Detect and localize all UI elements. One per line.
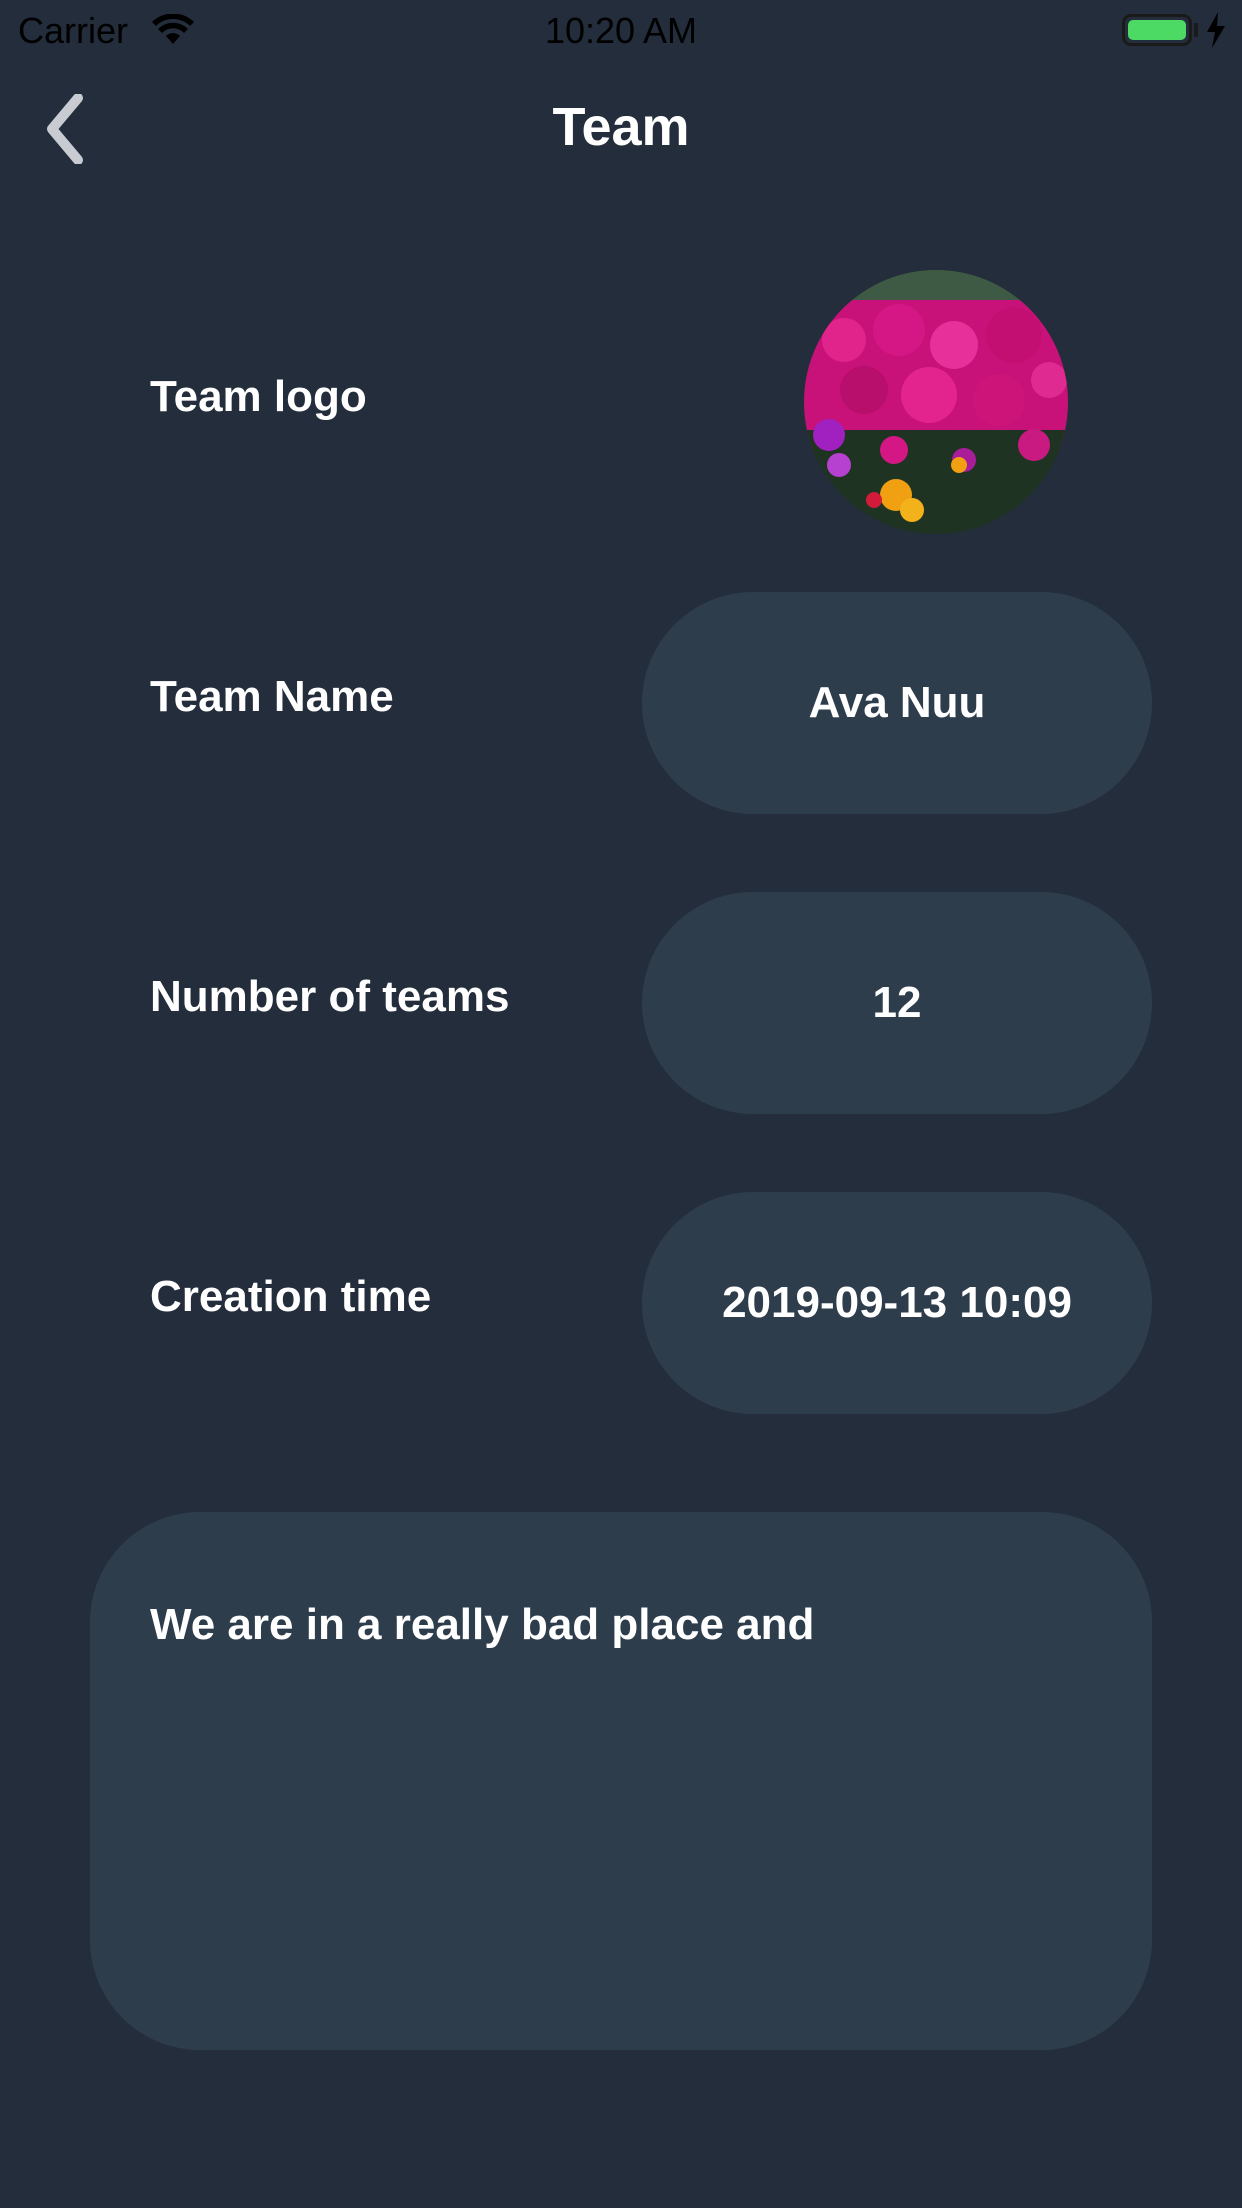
- battery-cap: [1194, 23, 1198, 37]
- flower-field-photo: [804, 270, 1068, 534]
- number-of-teams-label: Number of teams: [150, 972, 510, 1021]
- status-bar: Carrier 10:20 AM: [0, 0, 1242, 60]
- battery-level: [1128, 20, 1186, 40]
- status-time: 10:20 AM: [544, 10, 698, 51]
- team-name-label: Team Name: [150, 672, 394, 721]
- battery-icon: [1122, 14, 1192, 46]
- creation-time-field[interactable]: 2019-09-13 10:09: [642, 1192, 1152, 1414]
- page-title: Team: [552, 97, 690, 157]
- charging-bolt-icon: [1207, 12, 1225, 48]
- number-of-teams-field[interactable]: 12: [642, 892, 1152, 1114]
- team-description-text: We are in a really bad place and: [150, 1600, 815, 1649]
- creation-time-label: Creation time: [150, 1272, 432, 1321]
- team-logo-label: Team logo: [150, 372, 367, 421]
- team-description-textarea[interactable]: We are in a really bad place and: [90, 1512, 1152, 2050]
- team-name-field[interactable]: Ava Nuu: [642, 592, 1152, 814]
- team-logo-image[interactable]: [804, 270, 1068, 534]
